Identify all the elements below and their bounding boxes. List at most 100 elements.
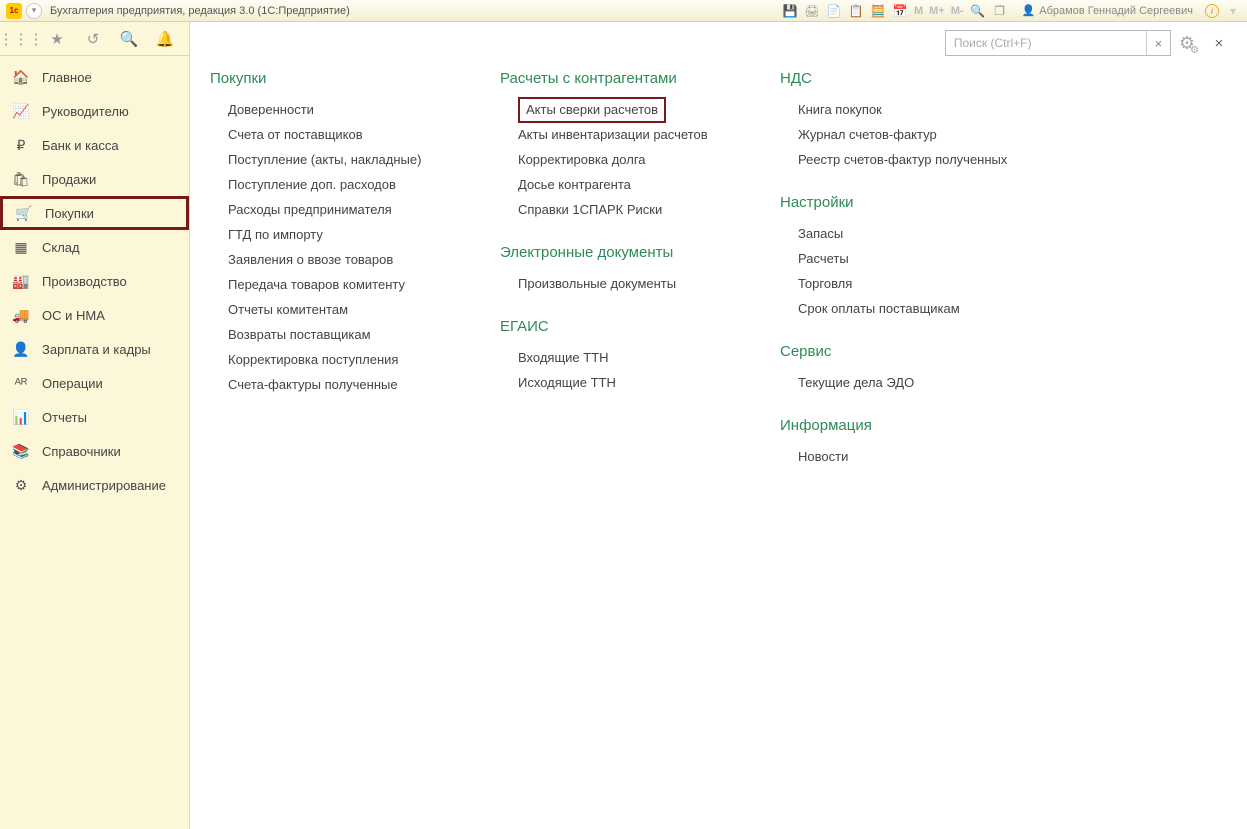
menu-item[interactable]: Счета от поставщиков: [228, 123, 363, 147]
sidebar-item-label: Зарплата и кадры: [42, 342, 151, 357]
sidebar-item-11[interactable]: 📚Справочники: [0, 434, 189, 468]
sidebar-item-4[interactable]: 🛒 Покупки: [0, 196, 189, 230]
column-vat-etc: НДС Книга покупокЖурнал счетов-фактурРеес…: [780, 70, 1040, 469]
titlebar-icons: 💾 🖨 📄 📋 🧮 📅 M M+ M- 🔍 ❐ 👤 Абрамов Геннад…: [782, 3, 1241, 19]
menu-item[interactable]: Заявления о ввозе товаров: [228, 248, 393, 272]
sidebar-item-label: Продажи: [42, 172, 96, 187]
user-label[interactable]: 👤 Абрамов Геннадий Сергеевич: [1022, 4, 1193, 17]
star-icon[interactable]: ★: [40, 24, 74, 54]
menu-item[interactable]: Акты сверки расчетов: [518, 97, 666, 123]
settings-gear-icon[interactable]: ⚙⚙: [1179, 33, 1195, 54]
factory-icon: 🏭: [12, 273, 30, 290]
sidebar-item-12[interactable]: ⚙Администрирование: [0, 468, 189, 502]
menu-item[interactable]: Досье контрагента: [518, 173, 631, 197]
menu-item[interactable]: Текущие дела ЭДО: [798, 371, 914, 395]
sidebar-item-3[interactable]: 🛍Продажи: [0, 162, 189, 196]
menu-item[interactable]: Корректировка поступления: [228, 348, 398, 372]
save-icon[interactable]: 💾: [782, 3, 798, 19]
search-box: ×: [945, 30, 1171, 56]
app-menu-dropdown[interactable]: [26, 3, 42, 19]
menu-item[interactable]: Акты инвентаризации расчетов: [518, 123, 708, 147]
print-icon[interactable]: 🖨: [804, 3, 820, 19]
menu-item[interactable]: Доверенности: [228, 98, 314, 122]
menu-item[interactable]: Поступление доп. расходов: [228, 173, 396, 197]
menu-item[interactable]: Произвольные документы: [518, 272, 676, 296]
section-title: НДС: [780, 70, 1040, 87]
menu-item[interactable]: Отчеты комитентам: [228, 298, 348, 322]
menu-item[interactable]: Передача товаров комитенту: [228, 273, 405, 297]
menu-item[interactable]: Книга покупок: [798, 98, 882, 122]
truck-icon: 🚚: [12, 307, 30, 324]
column-settlements: Расчеты с контрагентами Акты сверки расче…: [500, 70, 740, 469]
close-panel-button[interactable]: ×: [1209, 35, 1229, 52]
menu-item[interactable]: Входящие ТТН: [518, 346, 609, 370]
menu-item[interactable]: Срок оплаты поставщикам: [798, 297, 960, 321]
bell-icon[interactable]: 🔔: [148, 24, 182, 54]
sidebar-item-8[interactable]: 👤 Зарплата и кадры: [0, 332, 189, 366]
books-icon: 📚: [12, 443, 30, 460]
section-title: Расчеты с контрагентами: [500, 70, 740, 87]
menu-item[interactable]: Счета-фактуры полученные: [228, 373, 398, 397]
zoom-icon[interactable]: 🔍: [970, 3, 986, 19]
sidebar-item-10[interactable]: 📊Отчеты: [0, 400, 189, 434]
section-title: Покупки: [210, 70, 460, 87]
ruble-icon: ₽: [12, 137, 30, 154]
calendar-icon[interactable]: 📅: [892, 3, 908, 19]
content-area: × ⚙⚙ × Покупки ДоверенностиСчета от пост…: [190, 22, 1247, 829]
menu-item[interactable]: Корректировка долга: [518, 148, 646, 172]
person-icon: 👤: [12, 341, 30, 358]
menu-item[interactable]: Запасы: [798, 222, 843, 246]
mminus-button[interactable]: M-: [951, 5, 964, 17]
search-input[interactable]: [946, 31, 1146, 55]
menu-item[interactable]: Расчеты: [798, 247, 849, 271]
compare-icon[interactable]: 📋: [848, 3, 864, 19]
section-title: Электронные документы: [500, 244, 740, 261]
menu-item[interactable]: Поступление (акты, накладные): [228, 148, 421, 172]
windows-icon[interactable]: ❐: [992, 3, 1008, 19]
user-name: Абрамов Геннадий Сергеевич: [1039, 5, 1193, 17]
m-button[interactable]: M: [914, 5, 923, 17]
sidebar-item-label: Администрирование: [42, 478, 166, 493]
sidebar-item-label: Отчеты: [42, 410, 87, 425]
menu-item[interactable]: Расходы предпринимателя: [228, 198, 392, 222]
column-purchases: Покупки ДоверенностиСчета от поставщиков…: [210, 70, 460, 469]
menu-item[interactable]: Торговля: [798, 272, 852, 296]
content-toolbar: × ⚙⚙ ×: [945, 30, 1229, 56]
history-icon[interactable]: ↺: [76, 24, 110, 54]
cart-icon: 🛒: [15, 205, 33, 222]
sidebar-item-7[interactable]: 🚚ОС и НМА: [0, 298, 189, 332]
title-bar: 1c Бухгалтерия предприятия, редакция 3.0…: [0, 0, 1247, 22]
sidebar-item-label: Покупки: [45, 206, 94, 221]
warehouse-icon: ▦: [12, 239, 30, 256]
menu-item[interactable]: Журнал счетов-фактур: [798, 123, 937, 147]
search-icon[interactable]: 🔍: [112, 24, 146, 54]
sidebar-toolbar: ⋮⋮⋮ ★ ↺ 🔍 🔔: [0, 22, 189, 56]
window-title: Бухгалтерия предприятия, редакция 3.0 (1…: [50, 5, 350, 17]
menu-item[interactable]: Реестр счетов-фактур полученных: [798, 148, 1007, 172]
menu-item[interactable]: ГТД по импорту: [228, 223, 323, 247]
more-icon[interactable]: ▾: [1225, 3, 1241, 19]
sidebar-item-5[interactable]: ▦Склад: [0, 230, 189, 264]
sidebar-item-6[interactable]: 🏭 Производство: [0, 264, 189, 298]
sidebar-item-1[interactable]: 📈Руководителю: [0, 94, 189, 128]
menu-item[interactable]: Исходящие ТТН: [518, 371, 616, 395]
sidebar-item-9[interactable]: ᴬᴿОперации: [0, 366, 189, 400]
info-icon[interactable]: i: [1205, 4, 1219, 18]
sidebar-item-label: Банк и касса: [42, 138, 119, 153]
menu-item[interactable]: Справки 1СПАРК Риски: [518, 198, 662, 222]
doc-icon[interactable]: 📄: [826, 3, 842, 19]
mplus-button[interactable]: M+: [929, 5, 945, 17]
sidebar-item-2[interactable]: ₽ Банк и касса: [0, 128, 189, 162]
apps-grid-icon[interactable]: ⋮⋮⋮: [4, 24, 38, 54]
sidebar: ⋮⋮⋮ ★ ↺ 🔍 🔔 🏠Главное📈Руководителю ₽ Банк и…: [0, 22, 190, 829]
menu-item[interactable]: Возвраты поставщикам: [228, 323, 371, 347]
menu-item[interactable]: Новости: [798, 445, 848, 469]
sidebar-item-label: Главное: [42, 70, 92, 85]
search-clear-button[interactable]: ×: [1146, 31, 1170, 55]
calc-icon[interactable]: 🧮: [870, 3, 886, 19]
section-title: Информация: [780, 417, 1040, 434]
sidebar-item-0[interactable]: 🏠Главное: [0, 60, 189, 94]
section-title: Настройки: [780, 194, 1040, 211]
ops-icon: ᴬᴿ: [12, 375, 30, 391]
sidebar-item-label: Производство: [42, 274, 127, 289]
